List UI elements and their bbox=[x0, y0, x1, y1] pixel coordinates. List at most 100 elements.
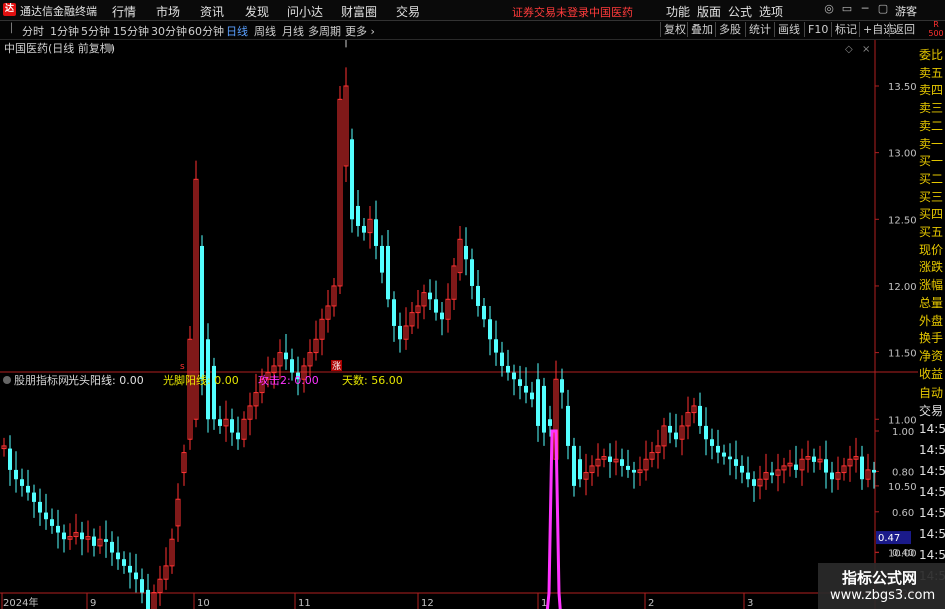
quote-label-17: 净资 bbox=[919, 348, 944, 363]
diamond-icon[interactable]: ◇ bbox=[845, 44, 853, 55]
candle-body-down bbox=[200, 245, 204, 380]
menu-item-5[interactable]: 财富圈 bbox=[341, 3, 377, 20]
trade-time-3: 14:56 bbox=[919, 485, 945, 499]
quote-label-13: 涨幅 bbox=[919, 278, 944, 293]
close-icon[interactable]: × bbox=[862, 44, 870, 55]
restore-icon[interactable]: ▢ bbox=[876, 2, 890, 16]
cursor-value-label: 0.47 bbox=[878, 533, 900, 544]
period-tab-6[interactable]: 日线 bbox=[226, 23, 248, 39]
menu-item-4[interactable]: 问小达 bbox=[287, 3, 323, 20]
candle-body-down bbox=[476, 285, 480, 306]
right-menu-item-3[interactable]: 选项 bbox=[759, 3, 783, 20]
toolbar-button-6[interactable]: 标记 bbox=[831, 22, 860, 37]
trade-time-1: 14:56 bbox=[919, 443, 945, 457]
indicator-tick-label: 1.00 bbox=[892, 427, 914, 438]
candle-body-down bbox=[350, 139, 354, 220]
candle-body-down bbox=[20, 479, 24, 486]
toolbar-button-3[interactable]: 统计 bbox=[745, 22, 774, 37]
minimize-icon[interactable]: ─ bbox=[858, 2, 872, 16]
candle-body-down bbox=[398, 325, 402, 340]
menu-item-0[interactable]: 行情 bbox=[112, 3, 136, 20]
chart-header: 中国医药(日线 前复权) bbox=[4, 41, 115, 55]
candle-body-down bbox=[356, 205, 360, 226]
indicator-settings-icon[interactable] bbox=[3, 376, 11, 384]
candle-body-down bbox=[62, 532, 66, 540]
quote-label-16: 换手 bbox=[919, 331, 944, 346]
x-tick-label: 10 bbox=[197, 598, 210, 609]
trade-time-4: 14:56 bbox=[919, 506, 945, 520]
price-tick-label: 13.00 bbox=[888, 149, 917, 160]
toolbar-button-8[interactable]: 返回 bbox=[889, 22, 918, 37]
period-tab-2[interactable]: 5分钟 bbox=[81, 23, 110, 39]
toolbar-button-1[interactable]: 叠加 bbox=[687, 22, 716, 37]
toolbar-button-5[interactable]: F10 bbox=[804, 22, 831, 37]
candle-body-down bbox=[38, 501, 42, 513]
quote-label-15: 外盘 bbox=[919, 313, 944, 328]
signal-marker-s: s bbox=[180, 362, 185, 372]
candle-body-down bbox=[740, 465, 744, 473]
trade-login-status[interactable]: 证券交易未登录 bbox=[512, 4, 589, 20]
candle-body-down bbox=[734, 459, 738, 466]
r-badge-letter: R bbox=[933, 20, 939, 29]
guest-label[interactable]: 游客 bbox=[895, 3, 917, 19]
period-tab-4[interactable]: 30分钟 bbox=[151, 23, 187, 39]
watermark-title: 指标公式网 bbox=[842, 569, 918, 587]
candle-body-down bbox=[860, 456, 864, 480]
period-tab-5[interactable]: 60分钟 bbox=[188, 23, 224, 39]
right-menu-item-2[interactable]: 公式 bbox=[728, 3, 752, 20]
candle-body-down bbox=[434, 299, 438, 313]
candle-body-down bbox=[50, 519, 54, 526]
price-tick-label: 13.50 bbox=[888, 82, 917, 93]
toolbar-handle-icon: ▕ bbox=[5, 24, 12, 34]
right-menu-item-1[interactable]: 版面 bbox=[697, 3, 721, 20]
trade-time-6: 14:56 bbox=[919, 548, 945, 562]
candle-body-down bbox=[236, 432, 240, 440]
toolbar-button-0[interactable]: 复权 bbox=[660, 22, 689, 37]
candle-body-down bbox=[146, 589, 150, 609]
candle-body-down bbox=[284, 352, 288, 360]
candle-body-down bbox=[482, 305, 486, 320]
trade-label: 交易 bbox=[919, 404, 944, 418]
candle-body-down bbox=[620, 459, 624, 466]
candle-body-down bbox=[116, 552, 120, 560]
candle-body-down bbox=[128, 565, 132, 573]
period-tab-1[interactable]: 1分钟 bbox=[50, 23, 79, 39]
candle-body-down bbox=[290, 359, 294, 373]
chart-settings-icon[interactable] bbox=[105, 44, 113, 52]
candle-body-down bbox=[536, 379, 540, 426]
menu-item-3[interactable]: 发现 bbox=[245, 3, 269, 20]
price-tick-label: 12.50 bbox=[888, 215, 917, 226]
candle-body-down bbox=[518, 379, 522, 386]
price-tick-label: 11.50 bbox=[888, 349, 917, 360]
indicator-signal-line bbox=[545, 429, 562, 609]
quote-label-8: 买三 bbox=[919, 189, 944, 204]
candle-body-down bbox=[728, 456, 732, 460]
candle-body-down bbox=[716, 445, 720, 453]
candle-body-down bbox=[722, 452, 726, 457]
help-icon[interactable]: ◎ bbox=[822, 2, 836, 16]
toolbar-button-2[interactable]: 多股 bbox=[715, 22, 744, 37]
period-tab-10[interactable]: 更多 › bbox=[345, 23, 375, 39]
trade-time-2: 14:56 bbox=[919, 464, 945, 478]
candle-body-down bbox=[824, 459, 828, 473]
period-tab-3[interactable]: 15分钟 bbox=[113, 23, 149, 39]
candle-body-down bbox=[560, 379, 564, 393]
period-tab-7[interactable]: 周线 bbox=[254, 23, 276, 39]
candle-body-down bbox=[230, 419, 234, 433]
candle-body-down bbox=[608, 456, 612, 462]
period-tab-8[interactable]: 月线 bbox=[282, 23, 304, 39]
menu-item-1[interactable]: 市场 bbox=[156, 3, 180, 20]
menu-item-6[interactable]: 交易 bbox=[396, 3, 420, 20]
period-tab-0[interactable]: 分时 bbox=[22, 23, 44, 39]
chat-icon[interactable]: ▭ bbox=[840, 2, 854, 16]
kline-chart[interactable]: 13.5013.0012.5012.0011.5011.0010.5010.00… bbox=[0, 40, 918, 609]
period-tab-9[interactable]: 多周期 bbox=[308, 23, 341, 39]
right-menu-item-0[interactable]: 功能 bbox=[666, 3, 690, 20]
toolbar-button-4[interactable]: 画线 bbox=[774, 22, 803, 37]
quote-label-7: 买二 bbox=[919, 171, 944, 186]
x-tick-label: 12 bbox=[421, 598, 434, 609]
candle-body-down bbox=[134, 572, 138, 580]
candle-body-down bbox=[746, 472, 750, 480]
menu-item-2[interactable]: 资讯 bbox=[200, 3, 224, 20]
quote-label-18: 收益 bbox=[919, 366, 944, 381]
